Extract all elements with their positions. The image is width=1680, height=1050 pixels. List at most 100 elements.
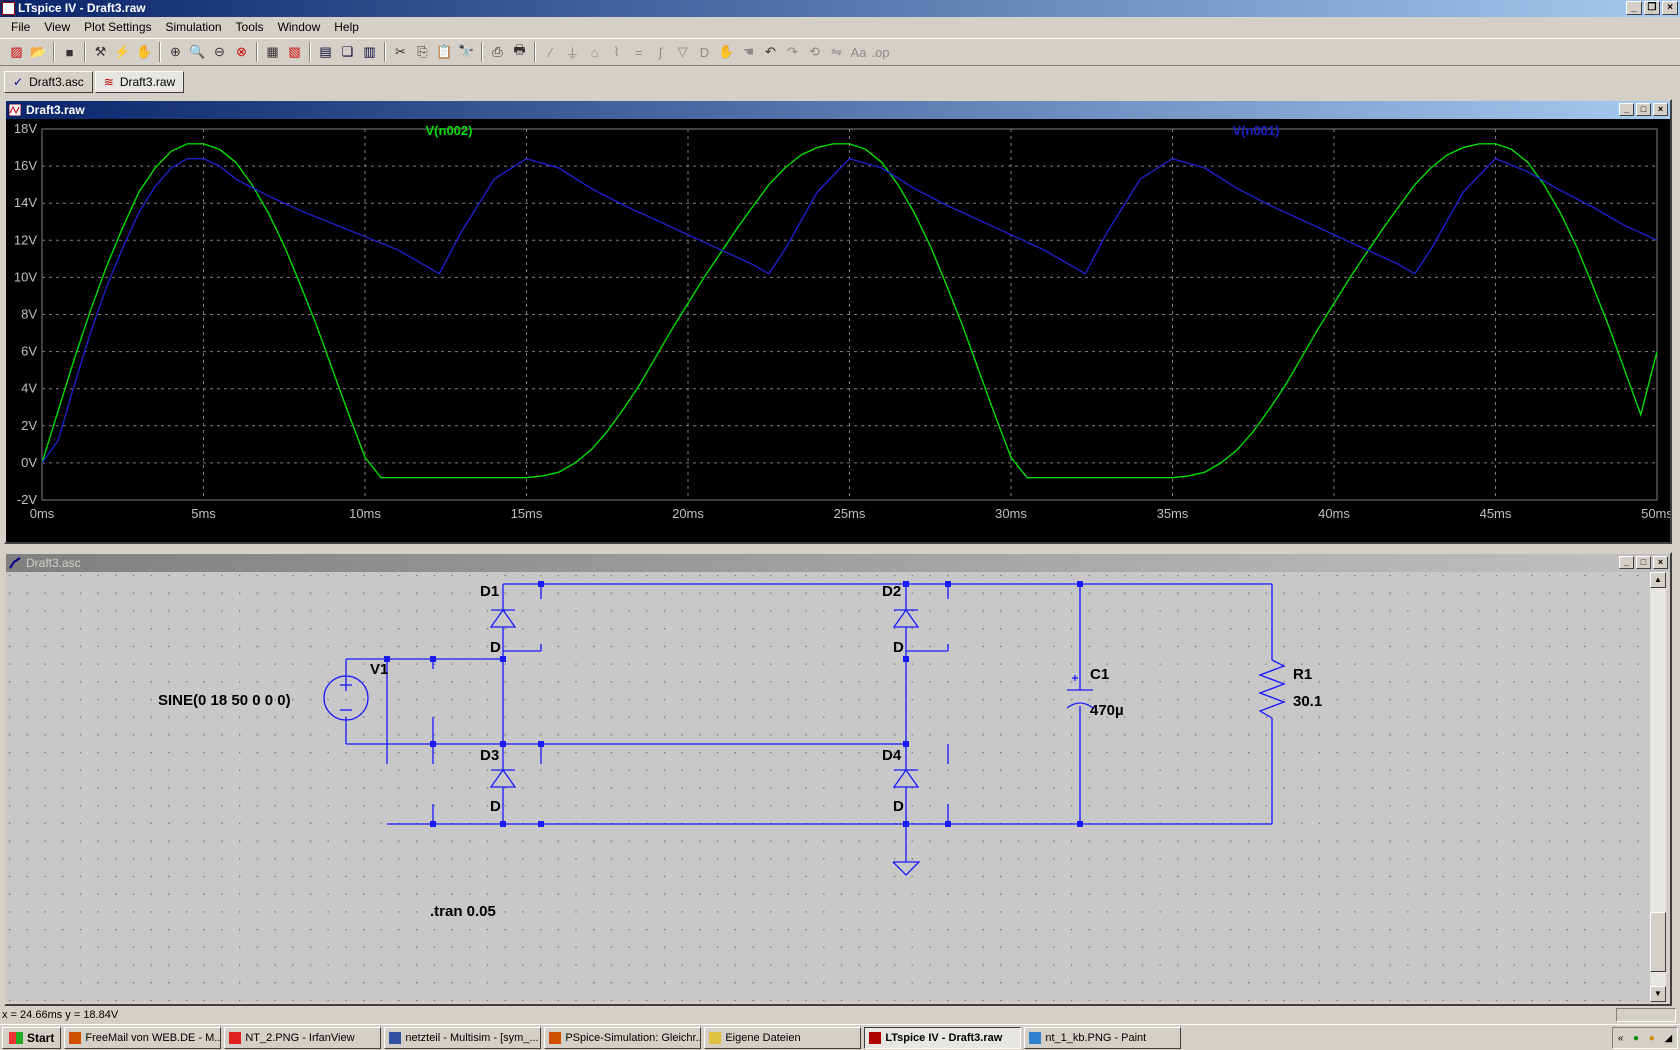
find-icon[interactable]: 🔭 (456, 42, 477, 63)
spice-directive-icon[interactable]: .op (870, 42, 891, 63)
zoom-area-icon[interactable]: ⊕ (165, 42, 186, 63)
zoom-out-icon[interactable]: ⊖ (209, 42, 230, 63)
taskbar-item[interactable]: NT_2.PNG - IrfanView (224, 1026, 382, 1049)
control-panel-icon[interactable]: ⚒ (90, 42, 111, 63)
move-icon[interactable]: ✋ (716, 42, 737, 63)
d2-model[interactable]: D (893, 639, 904, 656)
autorange-icon[interactable]: ▦ (262, 42, 283, 63)
new-schematic-icon[interactable]: ▨ (6, 42, 27, 63)
document-tabs: ✓ Draft3.asc ≋ Draft3.raw (0, 67, 1680, 93)
c1-label[interactable]: C1 (1090, 666, 1109, 683)
spice-directive[interactable]: .tran 0.05 (430, 903, 496, 920)
run-icon[interactable]: ⚡ (112, 42, 133, 63)
menu-plot-settings[interactable]: Plot Settings (77, 20, 158, 34)
d4-label[interactable]: D4 (882, 747, 902, 764)
print-preview-icon[interactable]: ⎙ (487, 42, 508, 63)
drag-icon[interactable]: ☚ (738, 42, 759, 63)
ground-icon[interactable]: ⏚ (562, 42, 583, 63)
taskbar-item[interactable]: nt_1_kb.PNG - Paint (1024, 1026, 1182, 1049)
tray-volume-icon[interactable]: ◢ (1664, 1033, 1672, 1044)
legend-entry[interactable]: V(n002) (426, 123, 473, 138)
r1-label[interactable]: R1 (1293, 666, 1312, 683)
v1-label[interactable]: V1 (370, 661, 388, 678)
schematic-window-icon (9, 557, 21, 569)
waveform-plot[interactable]: 0ms 5ms 10ms 15ms 20ms 25ms 30ms 35ms 40ms 45ms 50… (6, 119, 1670, 542)
d1-label[interactable]: D1 (480, 583, 499, 600)
restore-button[interactable]: ❐ (1644, 1, 1660, 15)
copy-icon[interactable]: ⎘ (412, 42, 433, 63)
taskbar-item[interactable]: PSpice-Simulation: Gleichr... (544, 1026, 702, 1049)
rotate-icon[interactable]: ⟲ (804, 42, 825, 63)
d3-model[interactable]: D (490, 798, 501, 815)
scroll-thumb[interactable] (1650, 912, 1666, 972)
legend-entry[interactable]: V(n001) (1233, 123, 1280, 138)
cascade-icon[interactable]: ❏ (337, 42, 358, 63)
v1-value[interactable]: SINE(0 18 50 0 0 0) (158, 692, 291, 709)
c1-value[interactable]: 470µ (1090, 702, 1124, 719)
scroll-up-button[interactable]: ▲ (1650, 572, 1666, 588)
schem-maximize-button[interactable]: □ (1636, 556, 1651, 569)
pick-traces-icon[interactable]: ▧ (284, 42, 305, 63)
d1-model[interactable]: D (490, 639, 501, 656)
tray-network-icon[interactable]: ● (1633, 1033, 1639, 1044)
print-icon[interactable]: 🖶 (509, 42, 530, 63)
d2-label[interactable]: D2 (882, 583, 901, 600)
text-icon[interactable]: Aa (848, 42, 869, 63)
paste-icon[interactable]: 📋 (434, 42, 455, 63)
start-button[interactable]: Start (2, 1026, 62, 1049)
save-icon[interactable]: ■ (59, 42, 80, 63)
d3-label[interactable]: D3 (480, 747, 499, 764)
x-tick-label: 10ms (349, 506, 381, 521)
diode-icon[interactable]: ▽ (672, 42, 693, 63)
resistor-icon[interactable]: ⌇ (606, 42, 627, 63)
tray-expand-icon[interactable]: « (1618, 1033, 1624, 1044)
status-bar: x = 24.66ms y = 18.84V (0, 1006, 1680, 1024)
taskbar-item[interactable]: netzteil - Multisim - [sym_... (384, 1026, 542, 1049)
pan-icon[interactable]: 🔍 (187, 42, 208, 63)
plot-maximize-button[interactable]: □ (1636, 103, 1651, 116)
minimize-button[interactable]: _ (1626, 1, 1642, 15)
tab-draft3-asc[interactable]: ✓ Draft3.asc (4, 71, 93, 93)
tile-horizontal-icon[interactable]: ▤ (315, 42, 336, 63)
d4-model[interactable]: D (893, 798, 904, 815)
label-net-icon[interactable]: ⌂ (584, 42, 605, 63)
schem-close-button[interactable]: × (1653, 556, 1668, 569)
taskbar-item[interactable]: LTspice IV - Draft3.raw (864, 1026, 1022, 1049)
taskbar-item[interactable]: FreeMail von WEB.DE - M... (64, 1026, 222, 1049)
plot-minimize-button[interactable]: _ (1619, 103, 1634, 116)
capacitor-icon[interactable]: = (628, 42, 649, 63)
close-button[interactable]: × (1662, 1, 1678, 15)
halt-icon[interactable]: ✋ (134, 42, 155, 63)
menu-tools[interactable]: Tools (229, 20, 271, 34)
inductor-icon[interactable]: ʃ (650, 42, 671, 63)
scroll-down-button[interactable]: ▼ (1650, 986, 1666, 1002)
undo-icon[interactable]: ↶ (760, 42, 781, 63)
plot-background (6, 119, 1670, 542)
tile-vertical-icon[interactable]: ▥ (359, 42, 380, 63)
schematic-vertical-scrollbar[interactable]: ▲ ▼ (1650, 572, 1666, 1002)
y-tick-label: 10V (14, 269, 37, 284)
menu-help[interactable]: Help (327, 20, 366, 34)
taskbar-item[interactable]: Eigene Dateien (704, 1026, 862, 1049)
menu-file[interactable]: File (4, 20, 37, 34)
wire-icon[interactable]: ∕ (540, 42, 561, 63)
tab-draft3-raw[interactable]: ≋ Draft3.raw (94, 71, 185, 93)
r1-value[interactable]: 30.1 (1293, 693, 1322, 710)
menu-view[interactable]: View (37, 20, 77, 34)
menu-window[interactable]: Window (271, 20, 328, 34)
taskbar-item-label: LTspice IV - Draft3.raw (885, 1031, 1003, 1044)
open-icon[interactable]: 📂 (28, 42, 49, 63)
tray-shield-icon[interactable]: ● (1649, 1033, 1655, 1044)
plot-close-button[interactable]: × (1653, 103, 1668, 116)
menu-simulation[interactable]: Simulation (159, 20, 229, 34)
mirror-icon[interactable]: ⇋ (826, 42, 847, 63)
cut-icon[interactable]: ✂ (390, 42, 411, 63)
windows-taskbar: Start FreeMail von WEB.DE - M... NT_2.PNG… (0, 1024, 1680, 1050)
y-tick-label: 8V (21, 307, 37, 322)
zoom-fit-icon[interactable]: ⊗ (231, 42, 252, 63)
component-icon[interactable]: D (694, 42, 715, 63)
cursor-coordinates: x = 24.66ms y = 18.84V (2, 1009, 119, 1021)
redo-icon[interactable]: ↷ (782, 42, 803, 63)
schematic-canvas[interactable]: D1 D2 D3 D4 D D D D V1 SINE(0 18 50 0 0 … (6, 572, 1650, 1002)
schem-minimize-button[interactable]: _ (1619, 556, 1634, 569)
